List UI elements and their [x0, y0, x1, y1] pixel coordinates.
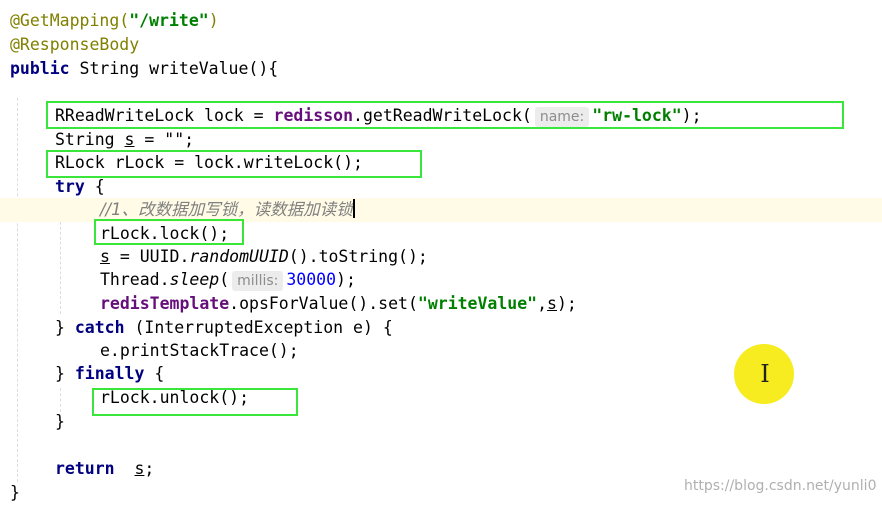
code-line-sleep: Thread.sleep(millis: 30000);: [100, 270, 356, 291]
code-line-finally: } finally {: [55, 364, 165, 383]
code-line-return: return s;: [55, 459, 155, 478]
code-line-redis-set: redisTemplate.opsForValue().set("writeVa…: [100, 294, 577, 313]
code-line-string-declaration: String s = "";: [55, 130, 195, 149]
highlight-box-read-write-lock: [46, 101, 844, 129]
code-line-annotation-body: @ResponseBody: [10, 35, 140, 54]
indent-guide: [17, 98, 18, 482]
code-line-method-signature: public String writeValue(){: [10, 59, 279, 78]
i-beam-cursor-icon: I: [760, 360, 770, 388]
param-hint-millis: millis:: [232, 271, 284, 291]
watermark: https://blog.csdn.net/yunli0: [684, 478, 877, 494]
code-editor[interactable]: @GetMapping("/write") @ResponseBody publ…: [0, 0, 882, 508]
code-line-try: try {: [55, 177, 105, 196]
code-line-close-finally: }: [55, 412, 65, 431]
highlight-box-lock-call: [94, 219, 244, 245]
code-line-uuid: s = UUID.randomUUID().toString();: [100, 247, 428, 266]
indent-guide: [60, 388, 61, 412]
code-line-print-stack-trace: e.printStackTrace();: [100, 341, 299, 360]
text-caret: [352, 199, 355, 218]
code-line-catch: } catch (InterruptedException e) {: [55, 318, 393, 337]
highlight-box-write-lock: [46, 150, 422, 178]
highlight-box-unlock: [92, 388, 298, 416]
code-line-annotation-mapping: @GetMapping("/write"): [10, 11, 219, 30]
code-line-close-method: }: [10, 483, 20, 502]
